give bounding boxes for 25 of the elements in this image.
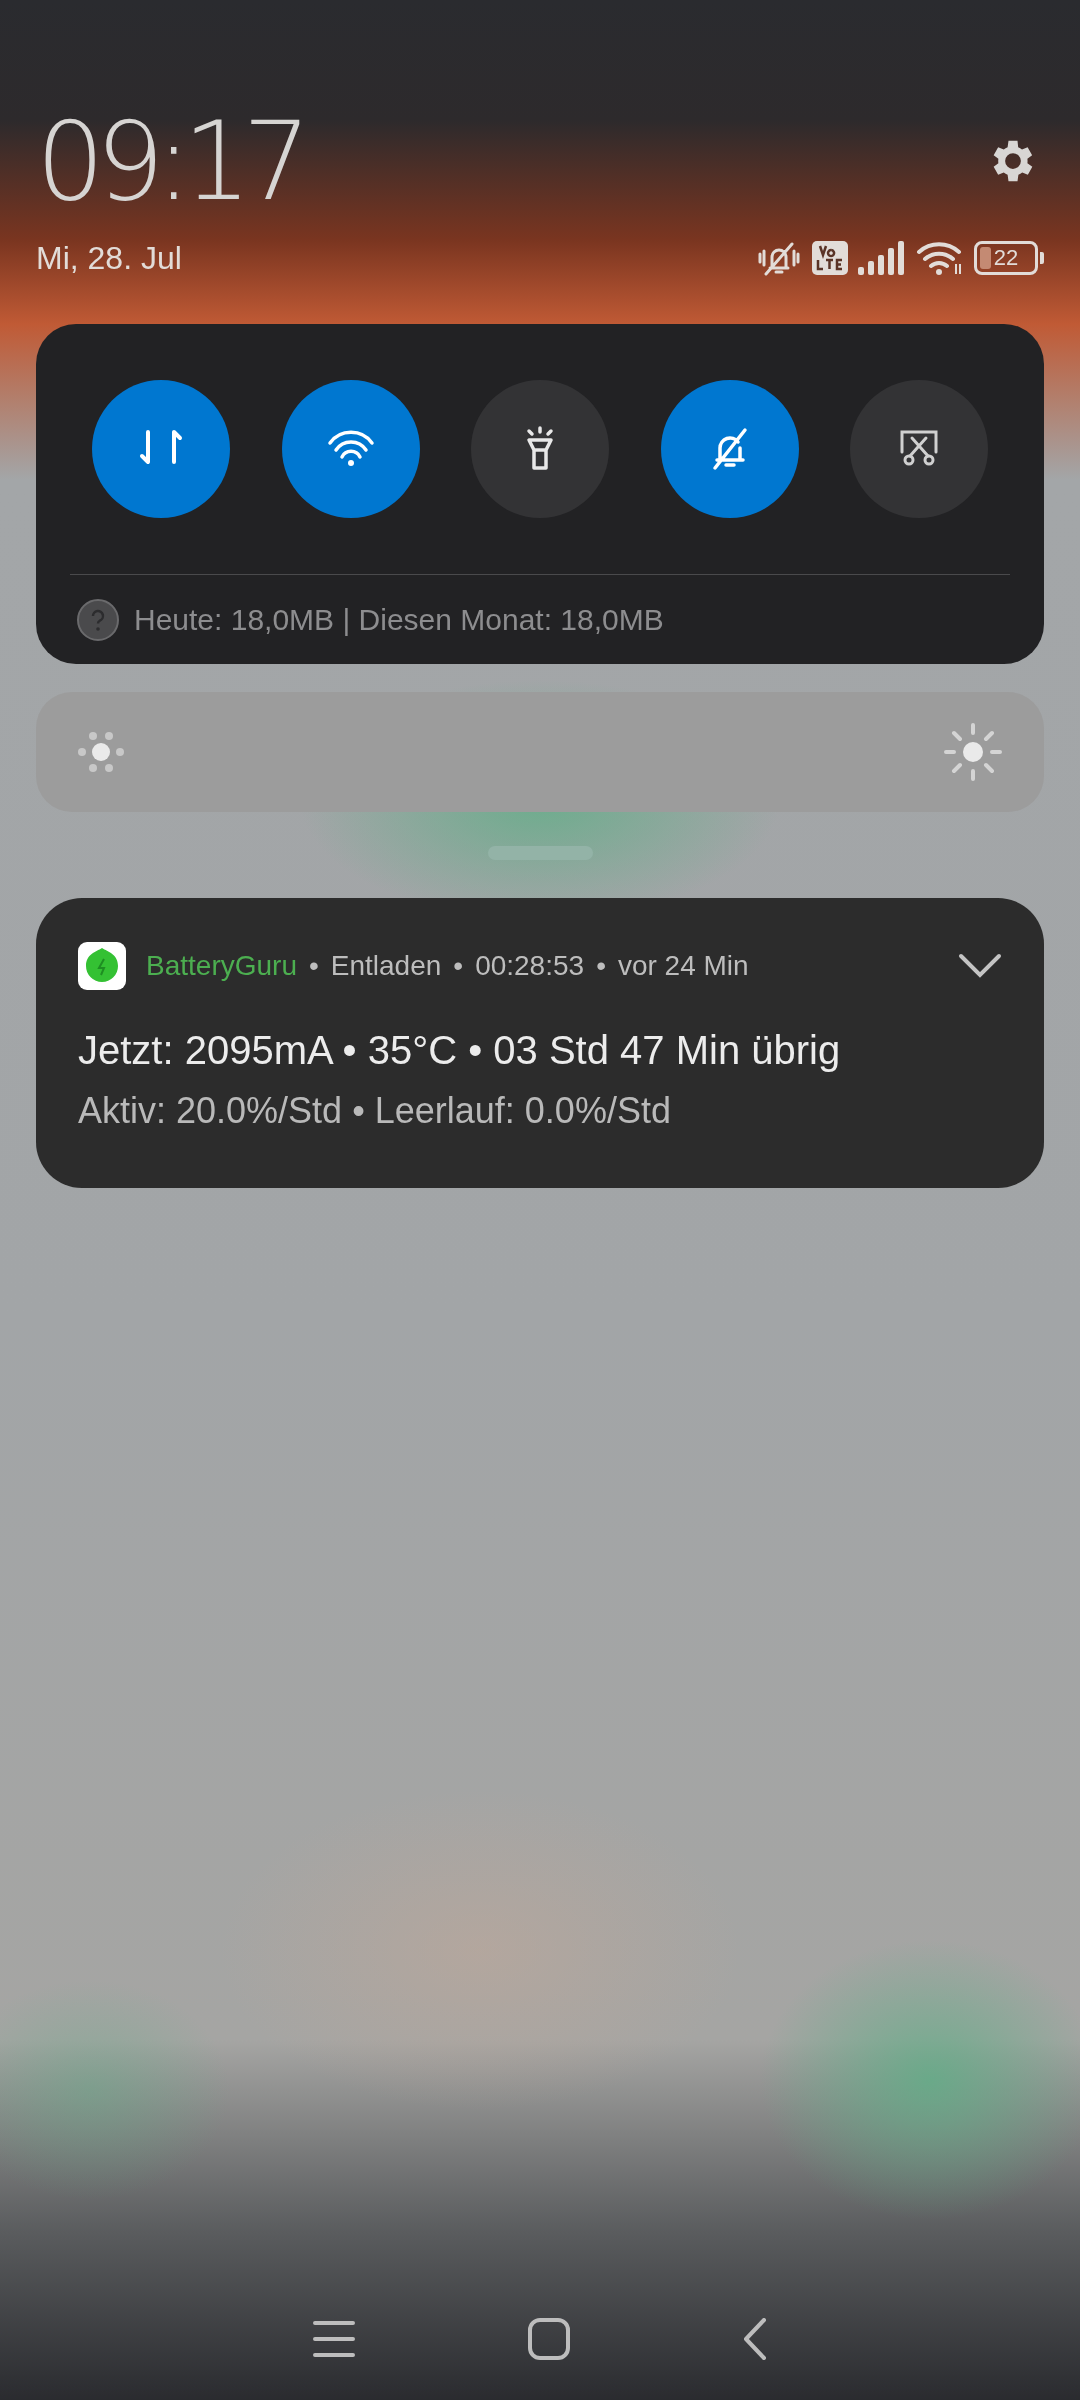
leaf-app-icon	[78, 942, 126, 990]
expand-chevron-icon[interactable]	[958, 953, 1002, 979]
separator-dot: •	[308, 949, 319, 983]
help-icon[interactable]	[76, 597, 120, 642]
back-icon[interactable]	[743, 2318, 768, 2360]
dim-sun-icon	[78, 729, 124, 775]
notification-detail: Entladen	[330, 949, 442, 983]
notification-detail: 00:28:53	[475, 949, 585, 983]
separator-dot: •	[596, 949, 606, 983]
bright-sun-icon	[944, 723, 1002, 781]
menu-icon[interactable]	[312, 2320, 355, 2358]
notification-card[interactable]: BatteryGuru • Entladen • 00:28:53 • vor 24 Min Jetzt: 2095mA • 35°C • 03 Std 47 Min übrig Aktiv: 20.0%/Std • Leerlauf: 0.0%/Std	[36, 898, 1044, 1188]
wifi-icon	[916, 240, 964, 276]
signal-icon	[858, 241, 906, 275]
data-usage-text: Heute: 18,0MB | Diesen Monat: 18,0MB	[134, 602, 664, 638]
notification-detail: vor 24 Min	[617, 949, 749, 983]
volte-icon	[812, 241, 848, 275]
home-icon[interactable]	[528, 2318, 570, 2360]
separator-dot: •	[453, 949, 464, 983]
notification-text: Aktiv: 20.0%/Std • Leerlauf: 0.0%/Std	[78, 1089, 672, 1133]
clock-time: 09:17	[36, 108, 303, 216]
app-name: BatteryGuru	[146, 949, 297, 983]
brightness-slider[interactable]	[36, 692, 1044, 812]
notification-title: Jetzt: 2095mA • 35°C • 03 Std 47 Min übrig	[78, 1027, 842, 1074]
date-text: Mi, 28. Jul	[36, 239, 182, 278]
